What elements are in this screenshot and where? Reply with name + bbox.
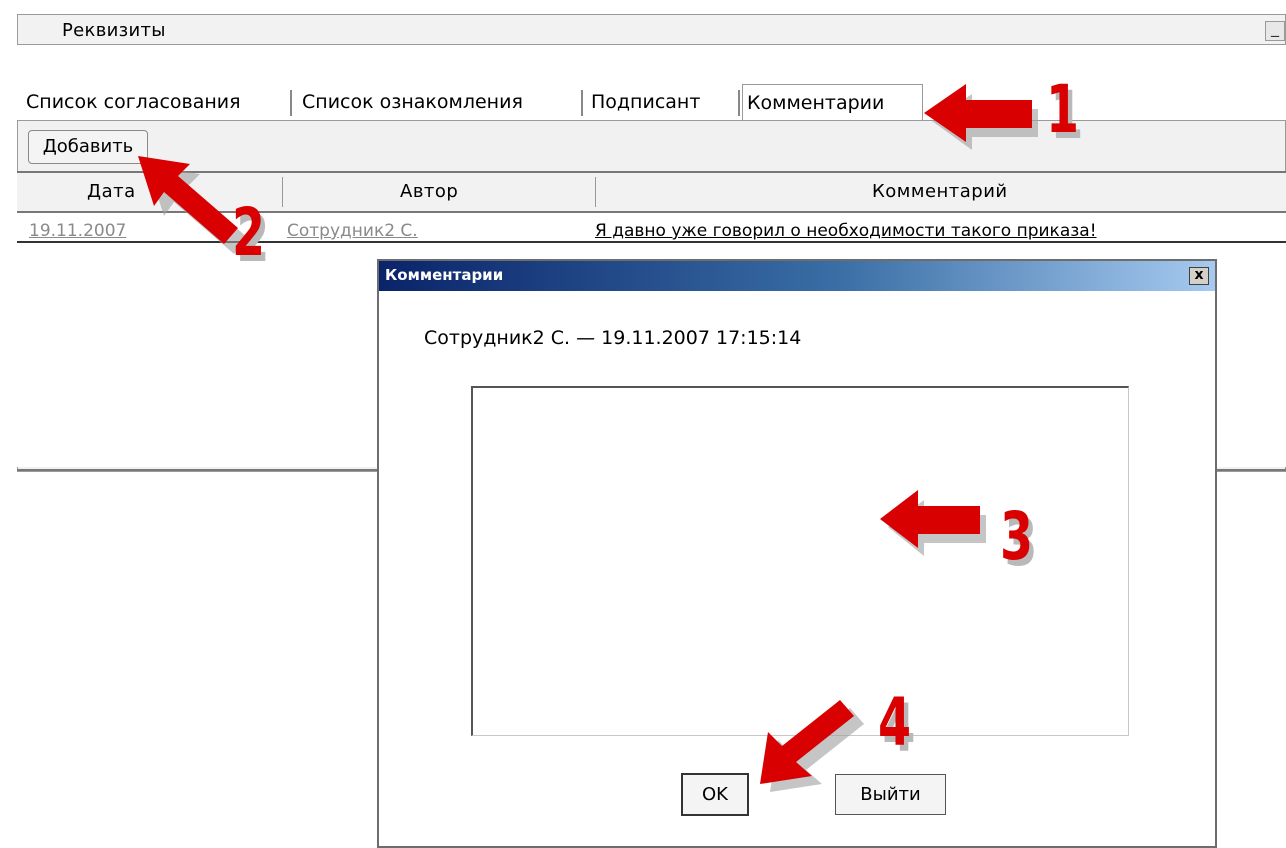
- tab-approval-list[interactable]: Список согласования: [0, 84, 245, 120]
- cell-comment: Я давно уже говорил о необходимости тако…: [595, 221, 1097, 241]
- table-row[interactable]: 19.11.2007 Сотрудник2 С. Я давно уже гов…: [17, 217, 1286, 243]
- dialog-title: Комментарии: [385, 266, 504, 284]
- column-header-comment[interactable]: Комментарий: [872, 181, 1008, 202]
- dialog-titlebar[interactable]: Комментарии x: [379, 261, 1215, 291]
- annotation-number-1: 1: [1046, 71, 1080, 148]
- column-separator[interactable]: [282, 177, 283, 207]
- minimize-button[interactable]: _: [1265, 20, 1285, 41]
- tab-separator: [738, 90, 740, 116]
- requisites-header: Реквизиты _: [17, 14, 1286, 45]
- cell-author: Сотрудник2 С.: [287, 221, 418, 241]
- tab-familiarization-list[interactable]: Список ознакомления: [298, 84, 527, 120]
- ok-button[interactable]: OK: [681, 773, 749, 816]
- tab-separator: [581, 90, 583, 116]
- dialog-author-timestamp: Сотрудник2 С. — 19.11.2007 17:15:14: [424, 327, 802, 349]
- tab-signer[interactable]: Подписант: [587, 84, 704, 120]
- exit-button[interactable]: Выйти: [835, 774, 946, 815]
- requisites-title: Реквизиты: [62, 20, 166, 41]
- close-icon[interactable]: x: [1189, 267, 1209, 285]
- column-header-date[interactable]: Дата: [87, 181, 136, 202]
- tab-separator: [290, 90, 292, 116]
- table-header: Дата Автор Комментарий: [17, 171, 1286, 213]
- column-header-author[interactable]: Автор: [400, 181, 458, 202]
- cell-date: 19.11.2007: [29, 221, 127, 241]
- column-separator[interactable]: [595, 177, 596, 207]
- annotation-number-4: 4: [878, 684, 912, 761]
- comments-dialog: Комментарии x Сотрудник2 С. — 19.11.2007…: [377, 259, 1217, 848]
- tab-comments[interactable]: Комментарии: [742, 84, 923, 120]
- annotation-number-2: 2: [232, 194, 266, 271]
- annotation-number-3: 3: [1000, 498, 1034, 575]
- add-button[interactable]: Добавить: [28, 130, 148, 164]
